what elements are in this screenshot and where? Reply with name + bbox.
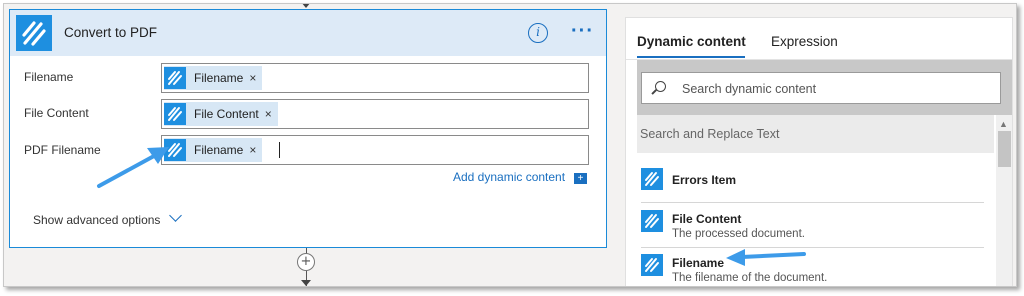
token-label: File Content	[194, 107, 259, 121]
list-divider	[641, 202, 984, 203]
search-placeholder: Search dynamic content	[682, 82, 817, 96]
token-label: Filename	[194, 143, 244, 157]
field-label-filename: Filename	[24, 70, 74, 84]
add-step-plus-icon[interactable]: +	[297, 253, 315, 271]
dynamic-content-panel: Dynamic content Expression Search dynami…	[625, 17, 1013, 286]
scroll-up-icon[interactable]: ▲	[999, 119, 1008, 129]
info-circle-icon[interactable]: i	[528, 23, 548, 43]
item-description: The processed document.	[672, 228, 805, 240]
scrollbar-thumb[interactable]	[998, 131, 1011, 167]
hatched-stripes-icon	[641, 168, 663, 190]
top-connector-arrow	[301, 4, 311, 8]
chevron-down-icon[interactable]	[169, 209, 182, 222]
show-advanced-options[interactable]: Show advanced options	[33, 213, 160, 227]
search-input[interactable]: Search dynamic content	[641, 72, 1001, 104]
dynamic-token-file-content[interactable]: File Content ×	[164, 102, 278, 126]
field-label-file-content: File Content	[24, 106, 89, 120]
search-icon	[655, 81, 666, 92]
hatched-stripes-icon	[164, 103, 186, 125]
list-item-filename[interactable]: Filename The filename of the document.	[641, 254, 986, 286]
item-description: The filename of the document.	[672, 272, 828, 284]
plus-box-icon[interactable]: +	[574, 173, 587, 184]
hatched-stripes-icon	[641, 210, 663, 232]
hatched-stripes-icon	[164, 67, 186, 89]
card-title: Convert to PDF	[64, 25, 158, 40]
token-label: Filename	[194, 71, 244, 85]
list-item-errors-item[interactable]: Errors Item	[641, 168, 986, 212]
list-divider	[641, 247, 984, 248]
section-header[interactable]: Search and Replace Text	[637, 115, 994, 153]
pdf-filename-input[interactable]: Filename ×	[161, 135, 589, 165]
add-dynamic-content-link[interactable]: Add dynamic content	[453, 170, 565, 184]
hatched-stripes-icon	[16, 15, 52, 51]
hatched-stripes-icon	[641, 254, 663, 276]
card-header[interactable]: Convert to PDF i ···	[10, 10, 606, 56]
remove-token-icon[interactable]: ×	[265, 107, 272, 121]
dynamic-token-filename[interactable]: Filename ×	[164, 66, 263, 90]
convert-to-pdf-card: Convert to PDF i ··· Filename Filename ×…	[9, 9, 607, 248]
ellipsis-icon[interactable]: ···	[571, 20, 594, 43]
tab-dynamic-content[interactable]: Dynamic content	[637, 34, 746, 49]
item-title: Filename	[672, 256, 725, 270]
field-label-pdf-filename: PDF Filename	[24, 143, 101, 157]
filename-input[interactable]: Filename ×	[161, 63, 589, 93]
file-content-input[interactable]: File Content ×	[161, 99, 589, 129]
remove-token-icon[interactable]: ×	[249, 71, 256, 85]
bottom-connector-arrow	[301, 280, 311, 286]
item-title: File Content	[672, 212, 742, 226]
item-title: Errors Item	[672, 173, 737, 187]
dynamic-token-filename[interactable]: Filename ×	[164, 138, 263, 162]
active-tab-indicator	[637, 56, 745, 58]
flow-designer-canvas: Convert to PDF i ··· Filename Filename ×…	[3, 3, 1017, 287]
tab-expression[interactable]: Expression	[771, 34, 838, 49]
remove-token-icon[interactable]: ×	[249, 143, 256, 157]
text-cursor	[279, 142, 280, 158]
hatched-stripes-icon	[164, 139, 186, 161]
